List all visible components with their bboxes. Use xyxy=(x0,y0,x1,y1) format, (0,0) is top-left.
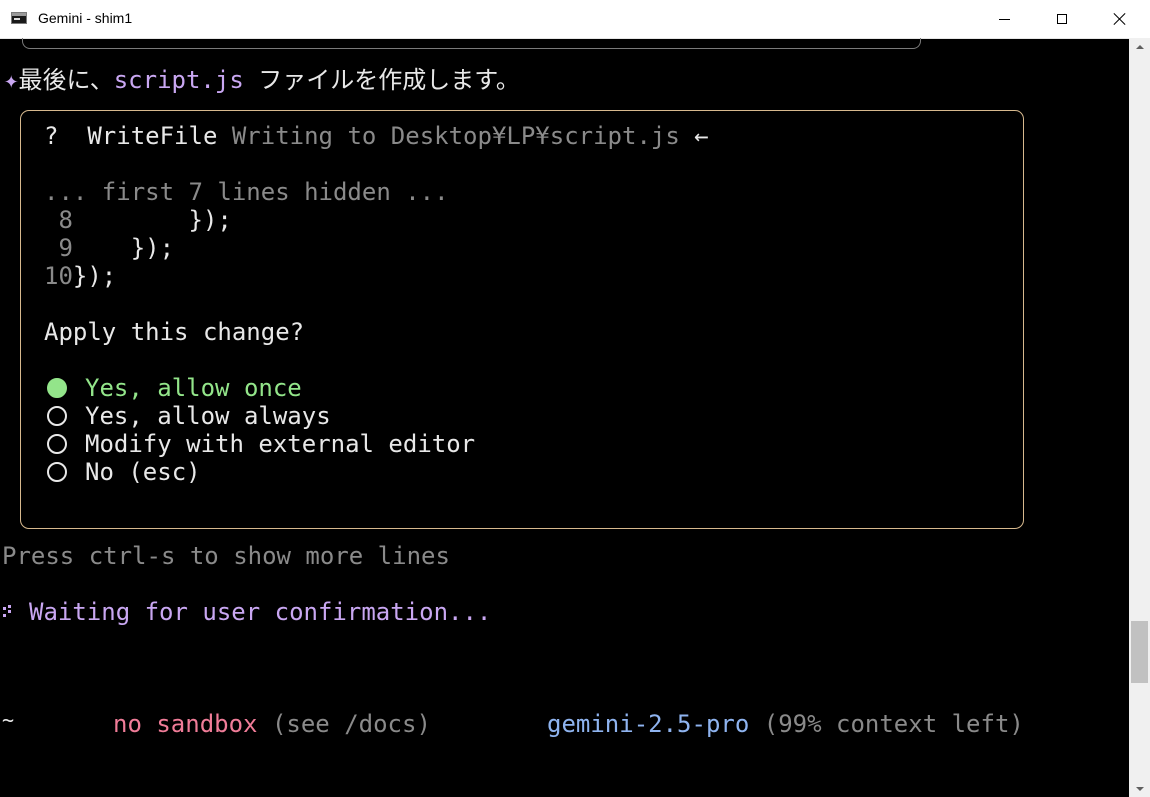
hidden-lines-note: ... first 7 lines hidden ... xyxy=(44,178,449,206)
code-text: }); xyxy=(72,262,117,290)
context-remaining: (99% context left) xyxy=(763,710,1024,738)
code-line: 8 }); xyxy=(44,206,232,234)
apply-prompt: Apply this change? xyxy=(44,318,305,346)
console-icon xyxy=(11,12,27,24)
model-name: gemini-2.5-pro xyxy=(547,710,750,738)
code-text: }); xyxy=(72,234,175,262)
radio-icon[interactable] xyxy=(47,406,67,426)
scroll-down-button[interactable] xyxy=(1129,780,1150,797)
code-line: 9 }); xyxy=(44,234,174,262)
dialog-header: ? WriteFile Writing to Desktop¥LP¥script… xyxy=(44,122,709,150)
sandbox-note: (see /docs) xyxy=(271,710,431,738)
intro-text-before: 最後に、 xyxy=(18,66,114,94)
intro-filename: script.js xyxy=(113,66,244,94)
scroll-up-button[interactable] xyxy=(1129,38,1150,55)
model-status: gemini-2.5-pro (99% context left) xyxy=(547,710,1024,738)
more-lines-hint: Press ctrl-s to show more lines xyxy=(2,542,450,570)
intro-line: ✦最後に、script.js ファイルを作成します。 xyxy=(4,66,520,94)
left-arrow-icon: ← xyxy=(694,122,709,150)
sandbox-label: no sandbox xyxy=(113,710,258,738)
vertical-scrollbar[interactable] xyxy=(1129,38,1150,797)
option-no[interactable]: No (esc) xyxy=(85,458,201,486)
maximize-icon xyxy=(1057,14,1067,24)
close-icon xyxy=(1113,12,1127,26)
spinner-icon xyxy=(3,605,13,621)
line-number: 8 xyxy=(44,206,73,234)
scrollbar-thumb[interactable] xyxy=(1131,621,1148,683)
maximize-button[interactable] xyxy=(1033,0,1091,38)
code-line: 10}); xyxy=(44,262,116,290)
question-mark-icon: ? xyxy=(44,122,59,150)
tool-description: Writing to Desktop¥LP¥script.js xyxy=(231,122,680,150)
cwd-indicator: ~ xyxy=(2,708,15,732)
waiting-status: Waiting for user confirmation... xyxy=(29,598,492,626)
sparkle-icon: ✦ xyxy=(4,66,19,94)
line-number: 10 xyxy=(44,262,73,290)
option-allow-once[interactable]: Yes, allow once xyxy=(85,374,302,402)
radio-selected-icon[interactable] xyxy=(47,378,67,398)
radio-icon[interactable] xyxy=(47,462,67,482)
option-external-editor[interactable]: Modify with external editor xyxy=(85,430,475,458)
sandbox-status: no sandbox (see /docs) xyxy=(113,710,431,738)
close-button[interactable] xyxy=(1091,0,1149,38)
minimize-icon xyxy=(998,18,1010,20)
option-allow-always[interactable]: Yes, allow always xyxy=(85,402,331,430)
line-number: 9 xyxy=(44,234,73,262)
code-text: }); xyxy=(72,206,232,234)
window-title: Gemini - shim1 xyxy=(38,10,133,26)
chevron-down-icon xyxy=(1135,786,1144,791)
chevron-up-icon xyxy=(1135,44,1144,49)
intro-text-after: ファイルを作成します。 xyxy=(243,66,520,94)
minimize-button[interactable] xyxy=(975,0,1033,38)
terminal-output[interactable]: ✦最後に、script.js ファイルを作成します。 ? WriteFile W… xyxy=(0,38,1129,797)
previous-box-border xyxy=(22,38,921,49)
radio-icon[interactable] xyxy=(47,434,67,454)
tool-name: WriteFile xyxy=(87,122,218,150)
title-bar: Gemini - shim1 xyxy=(0,0,1150,39)
